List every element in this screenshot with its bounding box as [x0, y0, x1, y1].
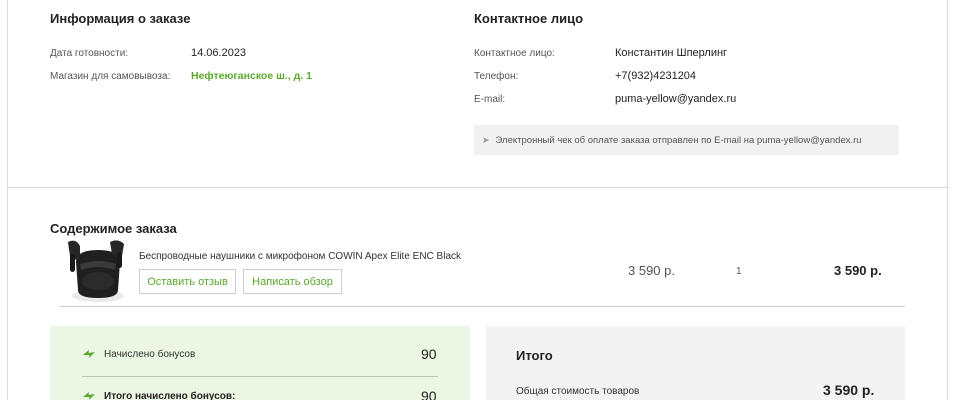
- contact-title: Контактное лицо: [474, 11, 584, 26]
- item-quantity: 1: [736, 266, 742, 277]
- pickup-store-link[interactable]: Нефтеюганское ш., д. 1: [191, 70, 312, 82]
- bonus-total-value: 90: [421, 388, 437, 400]
- ready-date-value: 14.06.2023: [191, 47, 247, 59]
- phone-label: Телефон:: [474, 71, 519, 82]
- goods-cost-label: Общая стоимость товаров: [516, 386, 640, 397]
- contact-person-value: Константин Шперлинг: [615, 47, 728, 59]
- bonus-total-label: Итого начислено бонусов:: [104, 391, 236, 400]
- write-review-button[interactable]: Написать обзор: [243, 269, 342, 294]
- goods-cost-value: 3 590 р.: [823, 382, 875, 398]
- bonus-total-lightning-icon: [83, 392, 95, 400]
- bonus-divider: [82, 376, 438, 377]
- phone-value: +7(932)4231204: [615, 70, 697, 82]
- bonus-accrued-label: Начислено бонусов: [104, 349, 196, 360]
- product-image[interactable]: [62, 236, 128, 306]
- bonus-accrued-value: 90: [421, 346, 437, 362]
- leave-review-button[interactable]: Оставить отзыв: [139, 269, 236, 294]
- arrow-right-icon: ➤: [482, 134, 490, 145]
- receipt-notice-text: Электронный чек об оплате заказа отправл…: [495, 134, 862, 146]
- receipt-notice: ➤ Электронный чек об оплате заказа отпра…: [474, 125, 899, 155]
- item-price: 3 590 р.: [628, 263, 675, 278]
- contact-person-label: Контактное лицо:: [474, 48, 555, 59]
- section-divider: [7, 187, 949, 188]
- pickup-store-label: Магазин для самовывоза:: [50, 71, 171, 82]
- email-value: puma-yellow@yandex.ru: [615, 93, 737, 105]
- ready-date-label: Дата готовности:: [50, 48, 129, 59]
- product-name-link[interactable]: Беспроводные наушники с микрофоном COWIN…: [139, 251, 461, 262]
- email-label: E-mail:: [474, 94, 506, 105]
- order-info-title: Информация о заказе: [50, 11, 191, 26]
- earbuds-case-icon: [68, 240, 124, 302]
- item-total: 3 590 р.: [834, 263, 882, 278]
- bonus-panel: [50, 326, 470, 400]
- bonus-lightning-icon: [83, 350, 95, 358]
- summary-title: Итого: [516, 348, 553, 363]
- item-row-divider: [60, 306, 905, 307]
- order-contents-title: Содержимое заказа: [50, 221, 177, 236]
